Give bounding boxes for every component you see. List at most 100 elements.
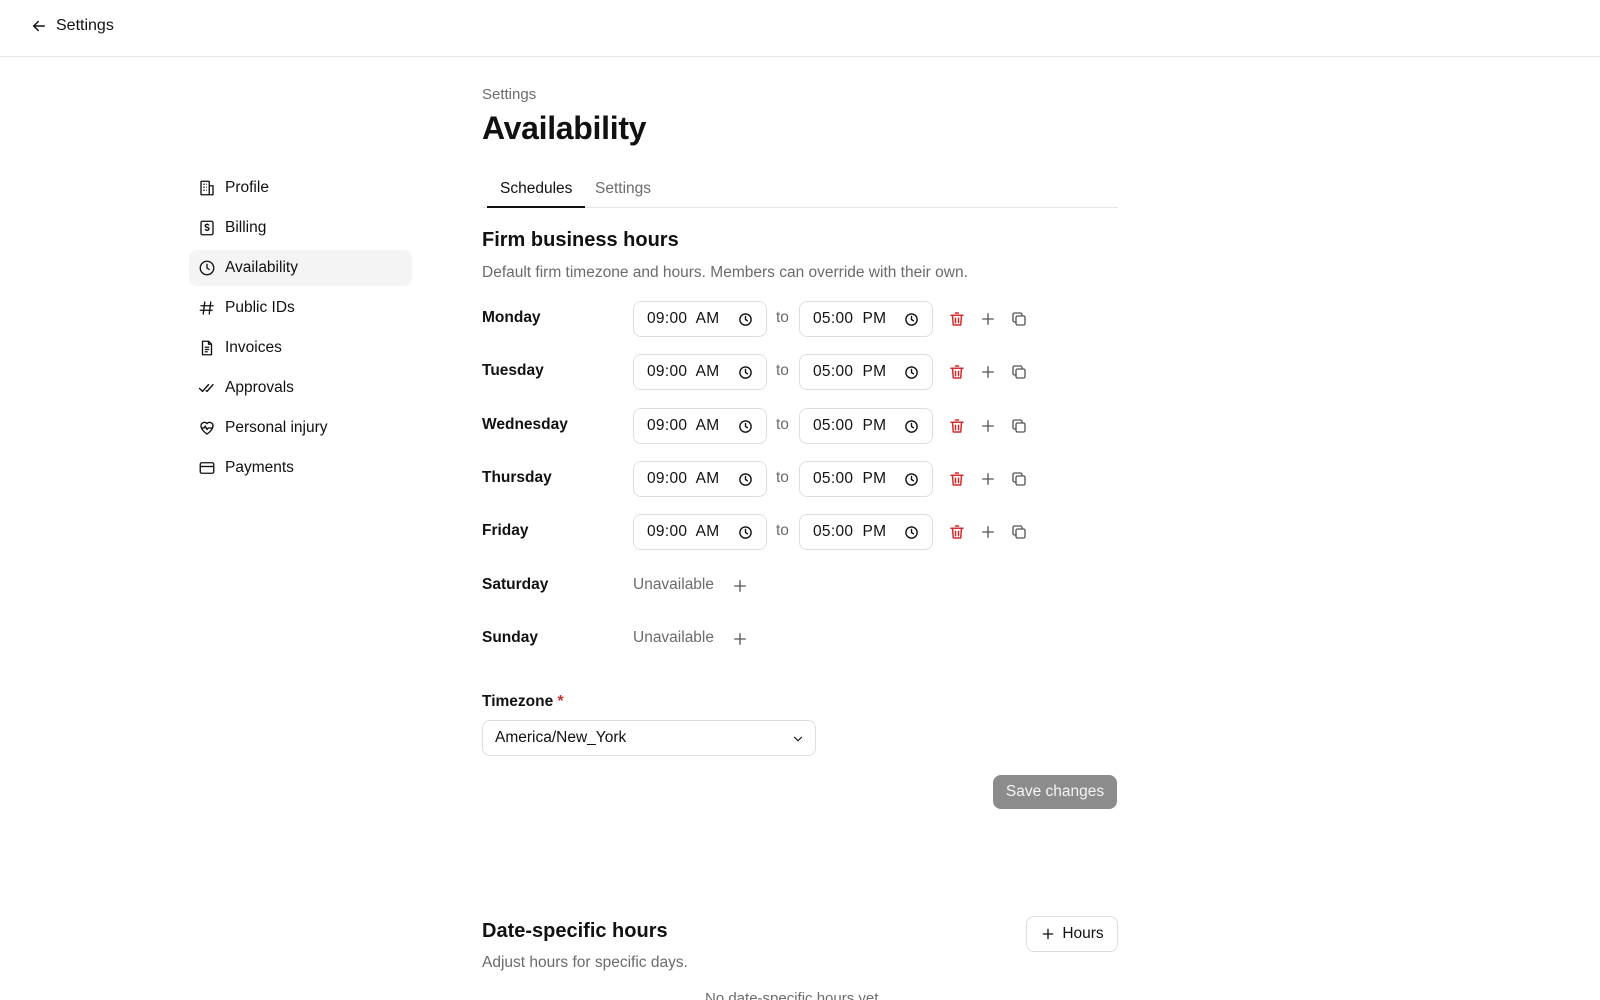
copy-icon — [1012, 525, 1026, 539]
unavailable-label: Unavailable — [633, 629, 714, 646]
sidebar-item-label: Personal injury — [225, 419, 328, 436]
delete-interval-button[interactable] — [947, 469, 967, 489]
arrow-left-icon — [33, 20, 45, 32]
add-interval-button[interactable] — [978, 522, 998, 542]
sidebar-item-profile[interactable]: Profile — [189, 170, 412, 206]
plus-icon — [982, 526, 994, 538]
day-row-saturday: Saturday Unavailable — [482, 568, 1118, 604]
add-hours-button[interactable]: Hours — [1026, 916, 1118, 952]
copy-times-button[interactable] — [1009, 469, 1029, 489]
trash-icon — [950, 525, 964, 539]
day-row-thursday: Thursday 09:00 AM to 05:00 PM — [482, 461, 1118, 497]
sidebar-item-billing[interactable]: Billing — [189, 210, 412, 246]
start-time-input[interactable]: 09:00 AM — [633, 354, 767, 390]
tab-settings[interactable]: Settings — [582, 175, 664, 208]
start-time-input[interactable]: 09:00 AM — [633, 461, 767, 497]
add-interval-button[interactable] — [978, 362, 998, 382]
unavailable-label: Unavailable — [633, 576, 714, 593]
day-row-tuesday: Tuesday 09:00 AM to 05:00 PM — [482, 354, 1118, 390]
sidebar-item-availability[interactable]: Availability — [189, 250, 412, 286]
date-specific-title: Date-specific hours — [482, 920, 668, 942]
sidebar-item-personal-injury[interactable]: Personal injury — [189, 410, 412, 446]
end-time-input[interactable]: 05:00 PM — [799, 461, 933, 497]
delete-interval-button[interactable] — [947, 362, 967, 382]
start-time-input[interactable]: 09:00 AM — [633, 514, 767, 550]
clock-icon — [905, 526, 918, 539]
day-row-monday: Monday 09:00 AM to 05:00 PM — [482, 301, 1118, 337]
day-row-wednesday: Wednesday 09:00 AM to 05:00 PM — [482, 408, 1118, 444]
day-row-friday: Friday 09:00 AM to 05:00 PM — [482, 514, 1118, 550]
clock-icon — [905, 420, 918, 433]
delete-interval-button[interactable] — [947, 416, 967, 436]
business-hours-description: Default firm timezone and hours. Members… — [482, 264, 968, 281]
sidebar-item-public-ids[interactable]: Public IDs — [189, 290, 412, 326]
time-value: 09:00 AM — [647, 417, 720, 434]
plus-icon — [1042, 928, 1054, 940]
to-label: to — [776, 416, 789, 433]
timezone-select[interactable]: America/New_York — [482, 720, 816, 756]
building-icon — [200, 180, 214, 196]
sidebar-item-approvals[interactable]: Approvals — [189, 370, 412, 406]
plus-icon — [982, 366, 994, 378]
settings-sidebar: Profile Billing Availability Public IDs … — [189, 170, 412, 490]
add-interval-button[interactable] — [730, 576, 750, 596]
add-interval-button[interactable] — [978, 309, 998, 329]
plus-icon — [982, 420, 994, 432]
clock-icon — [739, 366, 752, 379]
day-name: Monday — [482, 309, 541, 326]
timezone-label: Timezone * — [482, 693, 564, 711]
save-changes-button[interactable]: Save changes — [993, 775, 1117, 809]
copy-icon — [1012, 419, 1026, 433]
clock-icon — [905, 366, 918, 379]
add-interval-button[interactable] — [978, 416, 998, 436]
end-time-input[interactable]: 05:00 PM — [799, 408, 933, 444]
timezone-label-text: Timezone — [482, 693, 554, 710]
trash-icon — [950, 472, 964, 486]
back-to-settings-link[interactable]: Settings — [30, 17, 114, 35]
add-interval-button[interactable] — [730, 629, 750, 649]
time-value: 09:00 AM — [647, 363, 720, 380]
hash-icon — [199, 301, 214, 315]
required-marker: * — [557, 693, 564, 710]
sidebar-item-label: Billing — [225, 219, 267, 236]
plus-icon — [982, 313, 994, 325]
empty-state-text: No date-specific hours yet. — [705, 990, 883, 1000]
start-time-input[interactable]: 09:00 AM — [633, 301, 767, 337]
top-bar: Settings — [0, 0, 1600, 57]
copy-icon — [1012, 365, 1026, 379]
time-value: 09:00 AM — [647, 523, 720, 540]
end-time-input[interactable]: 05:00 PM — [799, 301, 933, 337]
copy-times-button[interactable] — [1009, 416, 1029, 436]
day-name: Sunday — [482, 629, 538, 646]
end-time-input[interactable]: 05:00 PM — [799, 354, 933, 390]
end-time-input[interactable]: 05:00 PM — [799, 514, 933, 550]
document-icon — [201, 340, 213, 356]
sidebar-item-label: Approvals — [225, 379, 294, 396]
heart-pulse-icon — [200, 421, 214, 435]
trash-icon — [950, 419, 964, 433]
breadcrumb: Settings — [482, 86, 537, 103]
add-hours-label: Hours — [1062, 925, 1104, 942]
to-label: to — [776, 309, 789, 326]
start-time-input[interactable]: 09:00 AM — [633, 408, 767, 444]
copy-icon — [1012, 312, 1026, 326]
sidebar-item-invoices[interactable]: Invoices — [189, 330, 412, 366]
delete-interval-button[interactable] — [947, 522, 967, 542]
sidebar-item-label: Payments — [225, 459, 294, 476]
copy-times-button[interactable] — [1009, 522, 1029, 542]
copy-icon — [1012, 472, 1026, 486]
day-name: Friday — [482, 522, 529, 539]
time-value: 05:00 PM — [813, 310, 887, 327]
sidebar-item-payments[interactable]: Payments — [189, 450, 412, 486]
clock-icon — [739, 313, 752, 326]
day-name: Thursday — [482, 469, 552, 486]
copy-times-button[interactable] — [1009, 309, 1029, 329]
clock-icon — [739, 473, 752, 486]
double-check-icon — [198, 383, 214, 393]
add-interval-button[interactable] — [978, 469, 998, 489]
page-title: Availability — [482, 110, 647, 146]
tab-schedules[interactable]: Schedules — [487, 175, 586, 208]
copy-times-button[interactable] — [1009, 362, 1029, 382]
delete-interval-button[interactable] — [947, 309, 967, 329]
sidebar-item-label: Public IDs — [225, 299, 295, 316]
